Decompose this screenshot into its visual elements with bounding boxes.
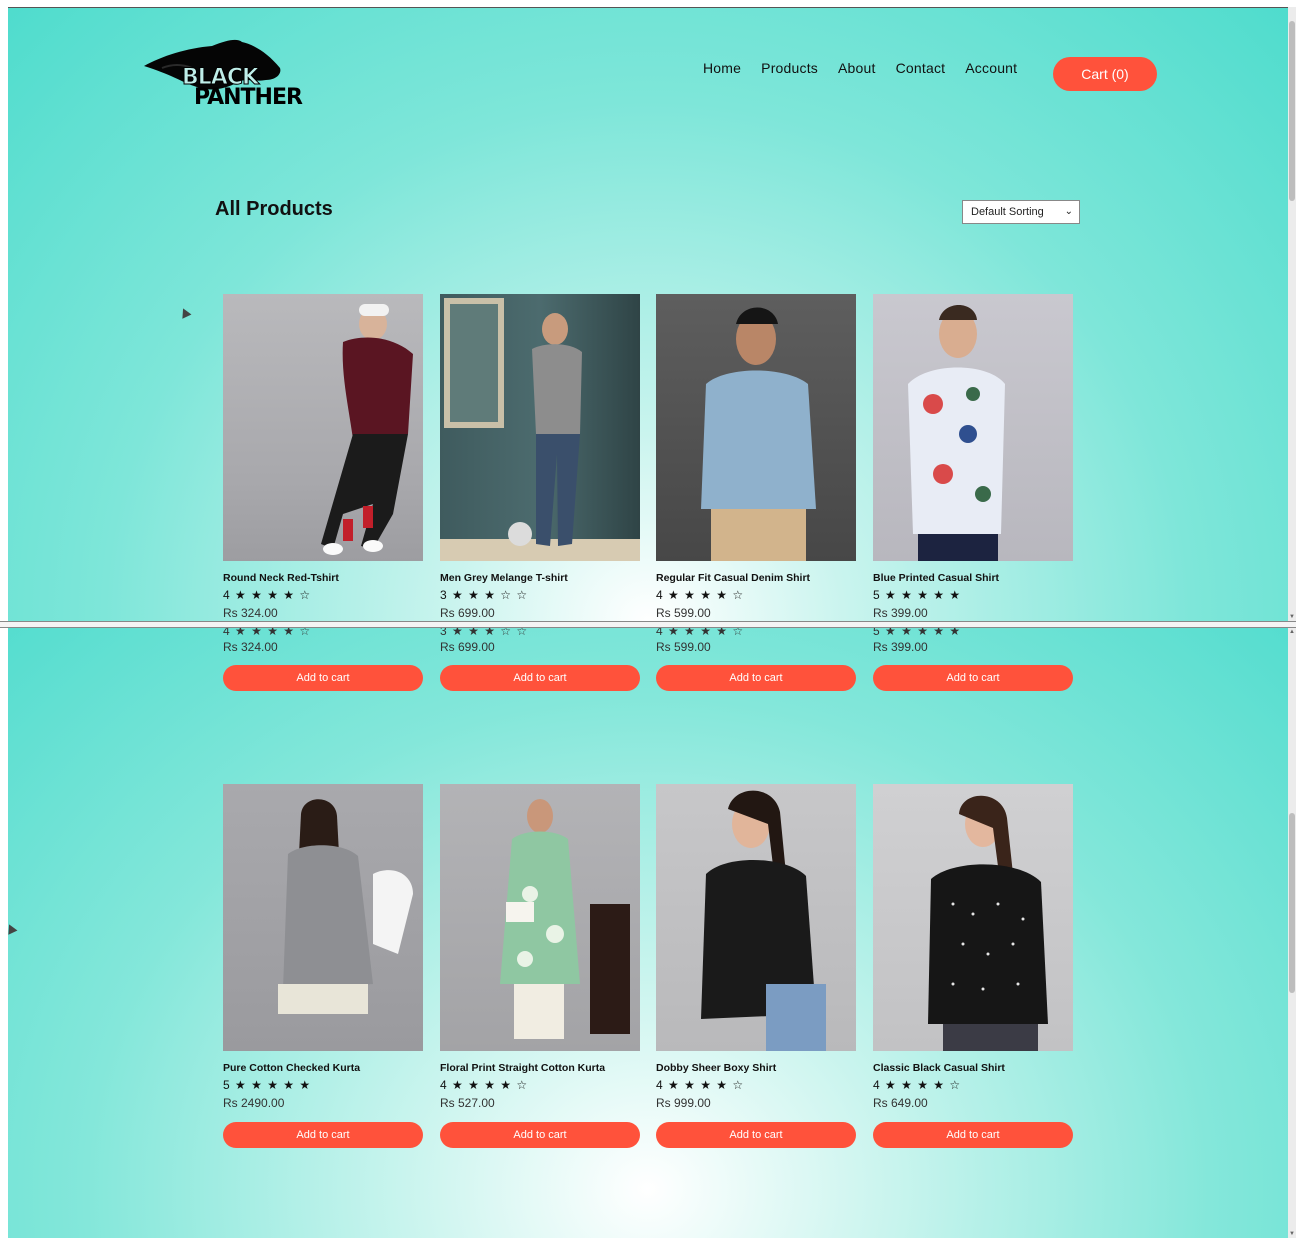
nav-account[interactable]: Account (965, 60, 1017, 76)
product-image[interactable] (440, 784, 640, 1051)
sort-select[interactable]: Default Sorting ⌄ (962, 200, 1080, 224)
scrollbar-bottom[interactable]: ▲ ▼ (1288, 628, 1296, 1238)
brand-wordmark: BLACK PANTHER (181, 66, 303, 110)
bottom-viewport: 4 ★ ★ ★ ★ ☆ 3 ★ ★ ★ ☆ ☆ 4 ★ ★ ★ ★ ☆ 5 ★ … (8, 628, 1288, 1238)
product-rating: 4 ★ ★ ★ ★ ☆ (440, 1078, 529, 1092)
product-rating: 4 ★ ★ ★ ★ ☆ (223, 588, 312, 602)
scroll-down-icon[interactable]: ▼ (1288, 613, 1296, 621)
product-card[interactable]: Dobby Sheer Boxy Shirt 4 ★ ★ ★ ★ ☆ Rs 99… (656, 784, 856, 1110)
scrollbar-thumb[interactable] (1289, 21, 1295, 201)
product-price: Rs 527.00 (440, 1096, 495, 1110)
add-to-cart-button[interactable]: Add to cart (656, 665, 856, 691)
product-price: Rs 399.00 (873, 606, 928, 620)
nav-about[interactable]: About (838, 60, 876, 76)
product-rating: 4 ★ ★ ★ ★ ☆ (656, 1078, 745, 1092)
product-name[interactable]: Round Neck Red-Tshirt (223, 572, 423, 584)
product-price: Rs 324.00 (223, 640, 278, 654)
scroll-up-icon[interactable]: ▲ (1288, 628, 1296, 636)
mouse-cursor-icon (8, 922, 18, 935)
product-card[interactable]: Men Grey Melange T-shirt 3 ★ ★ ★ ☆ ☆ Rs … (440, 294, 640, 620)
product-price: Rs 324.00 (223, 606, 278, 620)
product-price: Rs 2490.00 (223, 1096, 285, 1110)
add-to-cart-button[interactable]: Add to cart (440, 665, 640, 691)
product-name[interactable]: Dobby Sheer Boxy Shirt (656, 1062, 856, 1074)
sort-selected-value: Default Sorting (971, 206, 1044, 218)
product-price: Rs 599.00 (656, 606, 711, 620)
product-name[interactable]: Floral Print Straight Cotton Kurta (440, 1062, 640, 1074)
scrollbar-thumb[interactable] (1289, 813, 1295, 993)
product-image[interactable] (223, 784, 423, 1051)
product-rating-partial: 3 ★ ★ ★ ☆ ☆ (440, 628, 529, 638)
logo-line2: PANTHER (194, 85, 303, 110)
product-name[interactable]: Classic Black Casual Shirt (873, 1062, 1073, 1074)
product-name[interactable]: Pure Cotton Checked Kurta (223, 1062, 423, 1074)
product-price: Rs 699.00 (440, 606, 495, 620)
product-price: Rs 649.00 (873, 1096, 928, 1110)
product-image[interactable] (873, 784, 1073, 1051)
product-rating: 4 ★ ★ ★ ★ ☆ (873, 1078, 962, 1092)
product-rating: 5 ★ ★ ★ ★ ★ (223, 1078, 312, 1092)
product-name[interactable]: Men Grey Melange T-shirt (440, 572, 640, 584)
add-to-cart-button[interactable]: Add to cart (873, 1122, 1073, 1148)
chevron-down-icon: ⌄ (1064, 206, 1073, 217)
product-image[interactable] (656, 784, 856, 1051)
cart-button[interactable]: Cart (0) (1053, 57, 1157, 91)
mouse-cursor-icon (178, 306, 192, 319)
screenshot-divider (0, 621, 1296, 628)
product-name[interactable]: Regular Fit Casual Denim Shirt (656, 572, 856, 584)
product-rating-partial: 4 ★ ★ ★ ★ ☆ (223, 628, 312, 638)
nav-contact[interactable]: Contact (896, 60, 946, 76)
main-nav: Home Products About Contact Account (703, 60, 1037, 76)
page-title: All Products (215, 198, 333, 220)
scroll-down-icon[interactable]: ▼ (1288, 1230, 1296, 1238)
product-price: Rs 399.00 (873, 640, 928, 654)
brand-logo[interactable]: BLACK PANTHER (142, 38, 312, 110)
product-name[interactable]: Blue Printed Casual Shirt (873, 572, 1073, 584)
product-card[interactable]: Classic Black Casual Shirt 4 ★ ★ ★ ★ ☆ R… (873, 784, 1073, 1110)
add-to-cart-button[interactable]: Add to cart (656, 1122, 856, 1148)
product-rating: 4 ★ ★ ★ ★ ☆ (656, 588, 745, 602)
product-image[interactable] (873, 294, 1073, 561)
product-rating: 3 ★ ★ ★ ☆ ☆ (440, 588, 529, 602)
add-to-cart-button[interactable]: Add to cart (223, 665, 423, 691)
nav-home[interactable]: Home (703, 60, 741, 76)
product-rating-partial: 4 ★ ★ ★ ★ ☆ (656, 628, 745, 638)
product-price: Rs 699.00 (440, 640, 495, 654)
product-image[interactable] (440, 294, 640, 561)
product-rating-partial: 5 ★ ★ ★ ★ ★ (873, 628, 962, 638)
product-rating: 5 ★ ★ ★ ★ ★ (873, 588, 962, 602)
scrollbar-top[interactable]: ▼ (1288, 7, 1296, 621)
product-card[interactable]: Regular Fit Casual Denim Shirt 4 ★ ★ ★ ★… (656, 294, 856, 620)
add-to-cart-button[interactable]: Add to cart (440, 1122, 640, 1148)
product-card[interactable]: Blue Printed Casual Shirt 5 ★ ★ ★ ★ ★ Rs… (873, 294, 1073, 620)
product-price: Rs 599.00 (656, 640, 711, 654)
product-image[interactable] (656, 294, 856, 561)
product-card[interactable]: Pure Cotton Checked Kurta 5 ★ ★ ★ ★ ★ Rs… (223, 784, 423, 1110)
add-to-cart-button[interactable]: Add to cart (873, 665, 1073, 691)
top-viewport: BLACK PANTHER Home Products About Contac… (8, 7, 1288, 622)
product-price: Rs 999.00 (656, 1096, 711, 1110)
add-to-cart-button[interactable]: Add to cart (223, 1122, 423, 1148)
product-card[interactable]: Floral Print Straight Cotton Kurta 4 ★ ★… (440, 784, 640, 1110)
product-card[interactable]: Round Neck Red-Tshirt 4 ★ ★ ★ ★ ☆ Rs 324… (223, 294, 423, 620)
nav-products[interactable]: Products (761, 60, 818, 76)
product-image[interactable] (223, 294, 423, 561)
